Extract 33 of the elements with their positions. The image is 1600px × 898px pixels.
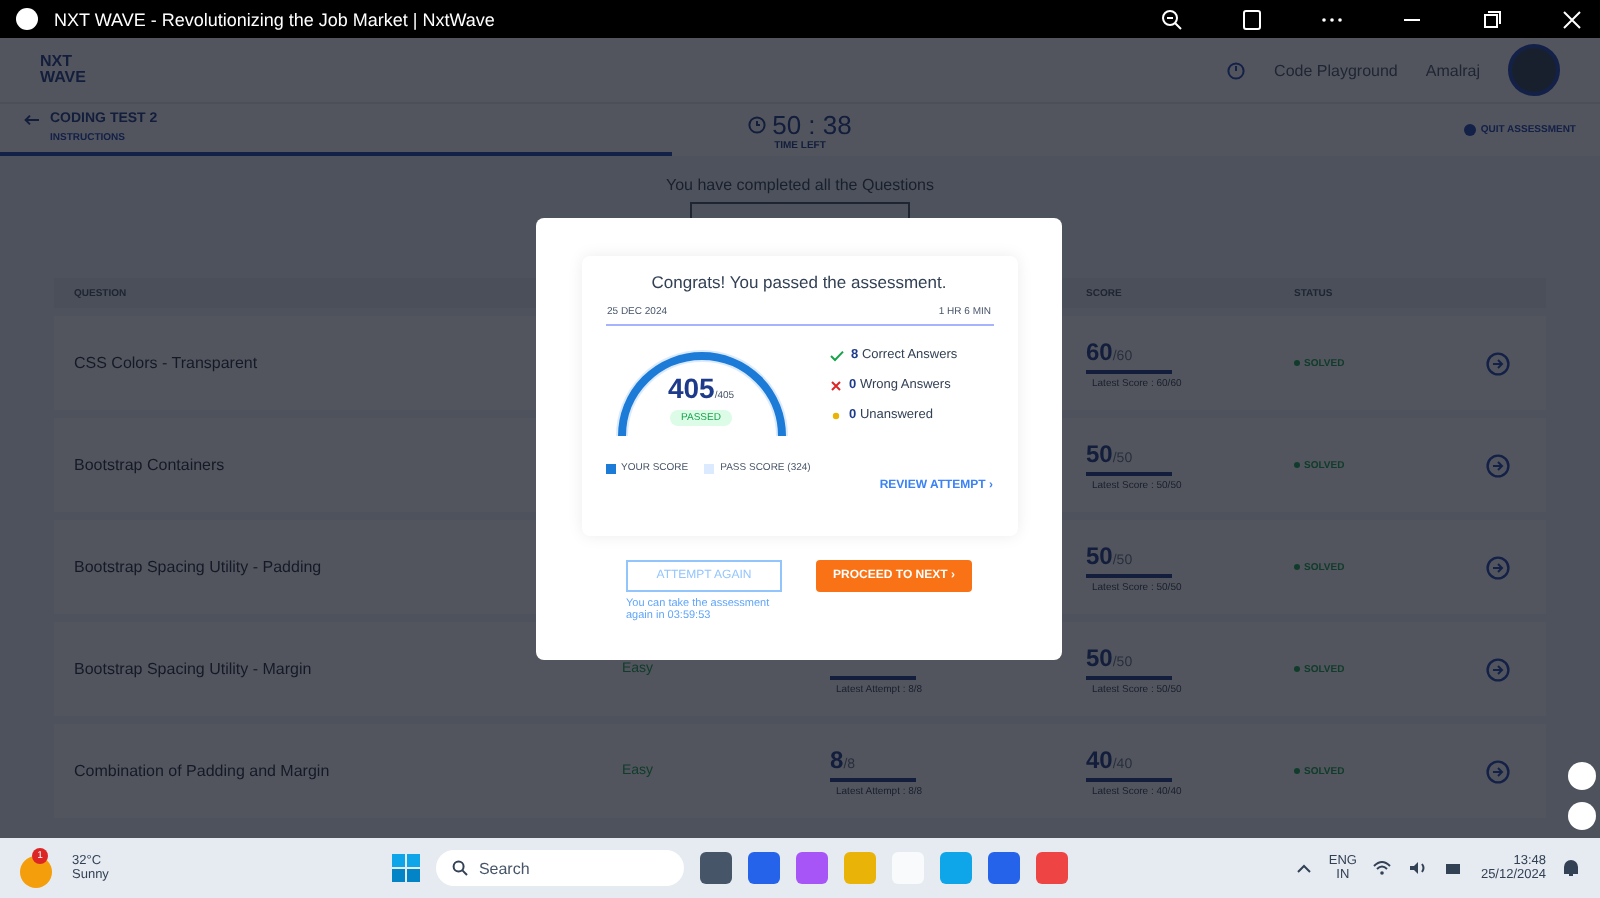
restore-icon[interactable] (1480, 7, 1504, 31)
check-icon (829, 349, 843, 361)
taskbar-app-icon[interactable] (988, 852, 1021, 884)
question-title: Bootstrap Spacing Utility - Padding (74, 558, 322, 576)
cross-icon (829, 379, 841, 391)
question-title: Bootstrap Spacing Utility - Margin (74, 660, 312, 678)
taskbar-app-icon[interactable] (796, 852, 829, 884)
dot-icon (829, 409, 841, 421)
question-title: Bootstrap Containers (74, 456, 225, 474)
result-title: Congrats! You passed the assessment. (649, 272, 949, 292)
windows-icon[interactable] (392, 854, 421, 882)
battery-icon[interactable] (1444, 860, 1465, 876)
taskbar-app-icon[interactable] (700, 852, 733, 884)
chevron-up-icon[interactable] (1296, 862, 1313, 874)
app-icon[interactable] (1240, 7, 1264, 31)
taskbar-app-icon[interactable] (1036, 852, 1069, 884)
question-title: Combination of Padding and Margin (74, 762, 330, 780)
legend-swatch (704, 463, 715, 473)
browser-icon (16, 8, 38, 30)
search-icon (452, 860, 469, 876)
close-icon[interactable] (1560, 7, 1584, 31)
weather-icon[interactable] (20, 856, 52, 888)
window-title: NXT WAVE - Revolutionizing the Job Market | NxtWave (54, 9, 497, 29)
zoom-out-icon[interactable] (1160, 7, 1184, 31)
search-field[interactable]: Search (436, 850, 685, 886)
question-title: CSS Colors - Transparent (74, 354, 258, 372)
wifi-icon[interactable] (1372, 860, 1393, 876)
logo[interactable]: NXT WAVE (40, 54, 86, 86)
volume-icon[interactable] (1408, 860, 1429, 876)
timer: 50 : 38 (772, 109, 852, 139)
bell-icon[interactable] (1562, 858, 1580, 878)
legend-swatch (605, 463, 615, 473)
taskbar-app-icon[interactable] (748, 852, 781, 884)
